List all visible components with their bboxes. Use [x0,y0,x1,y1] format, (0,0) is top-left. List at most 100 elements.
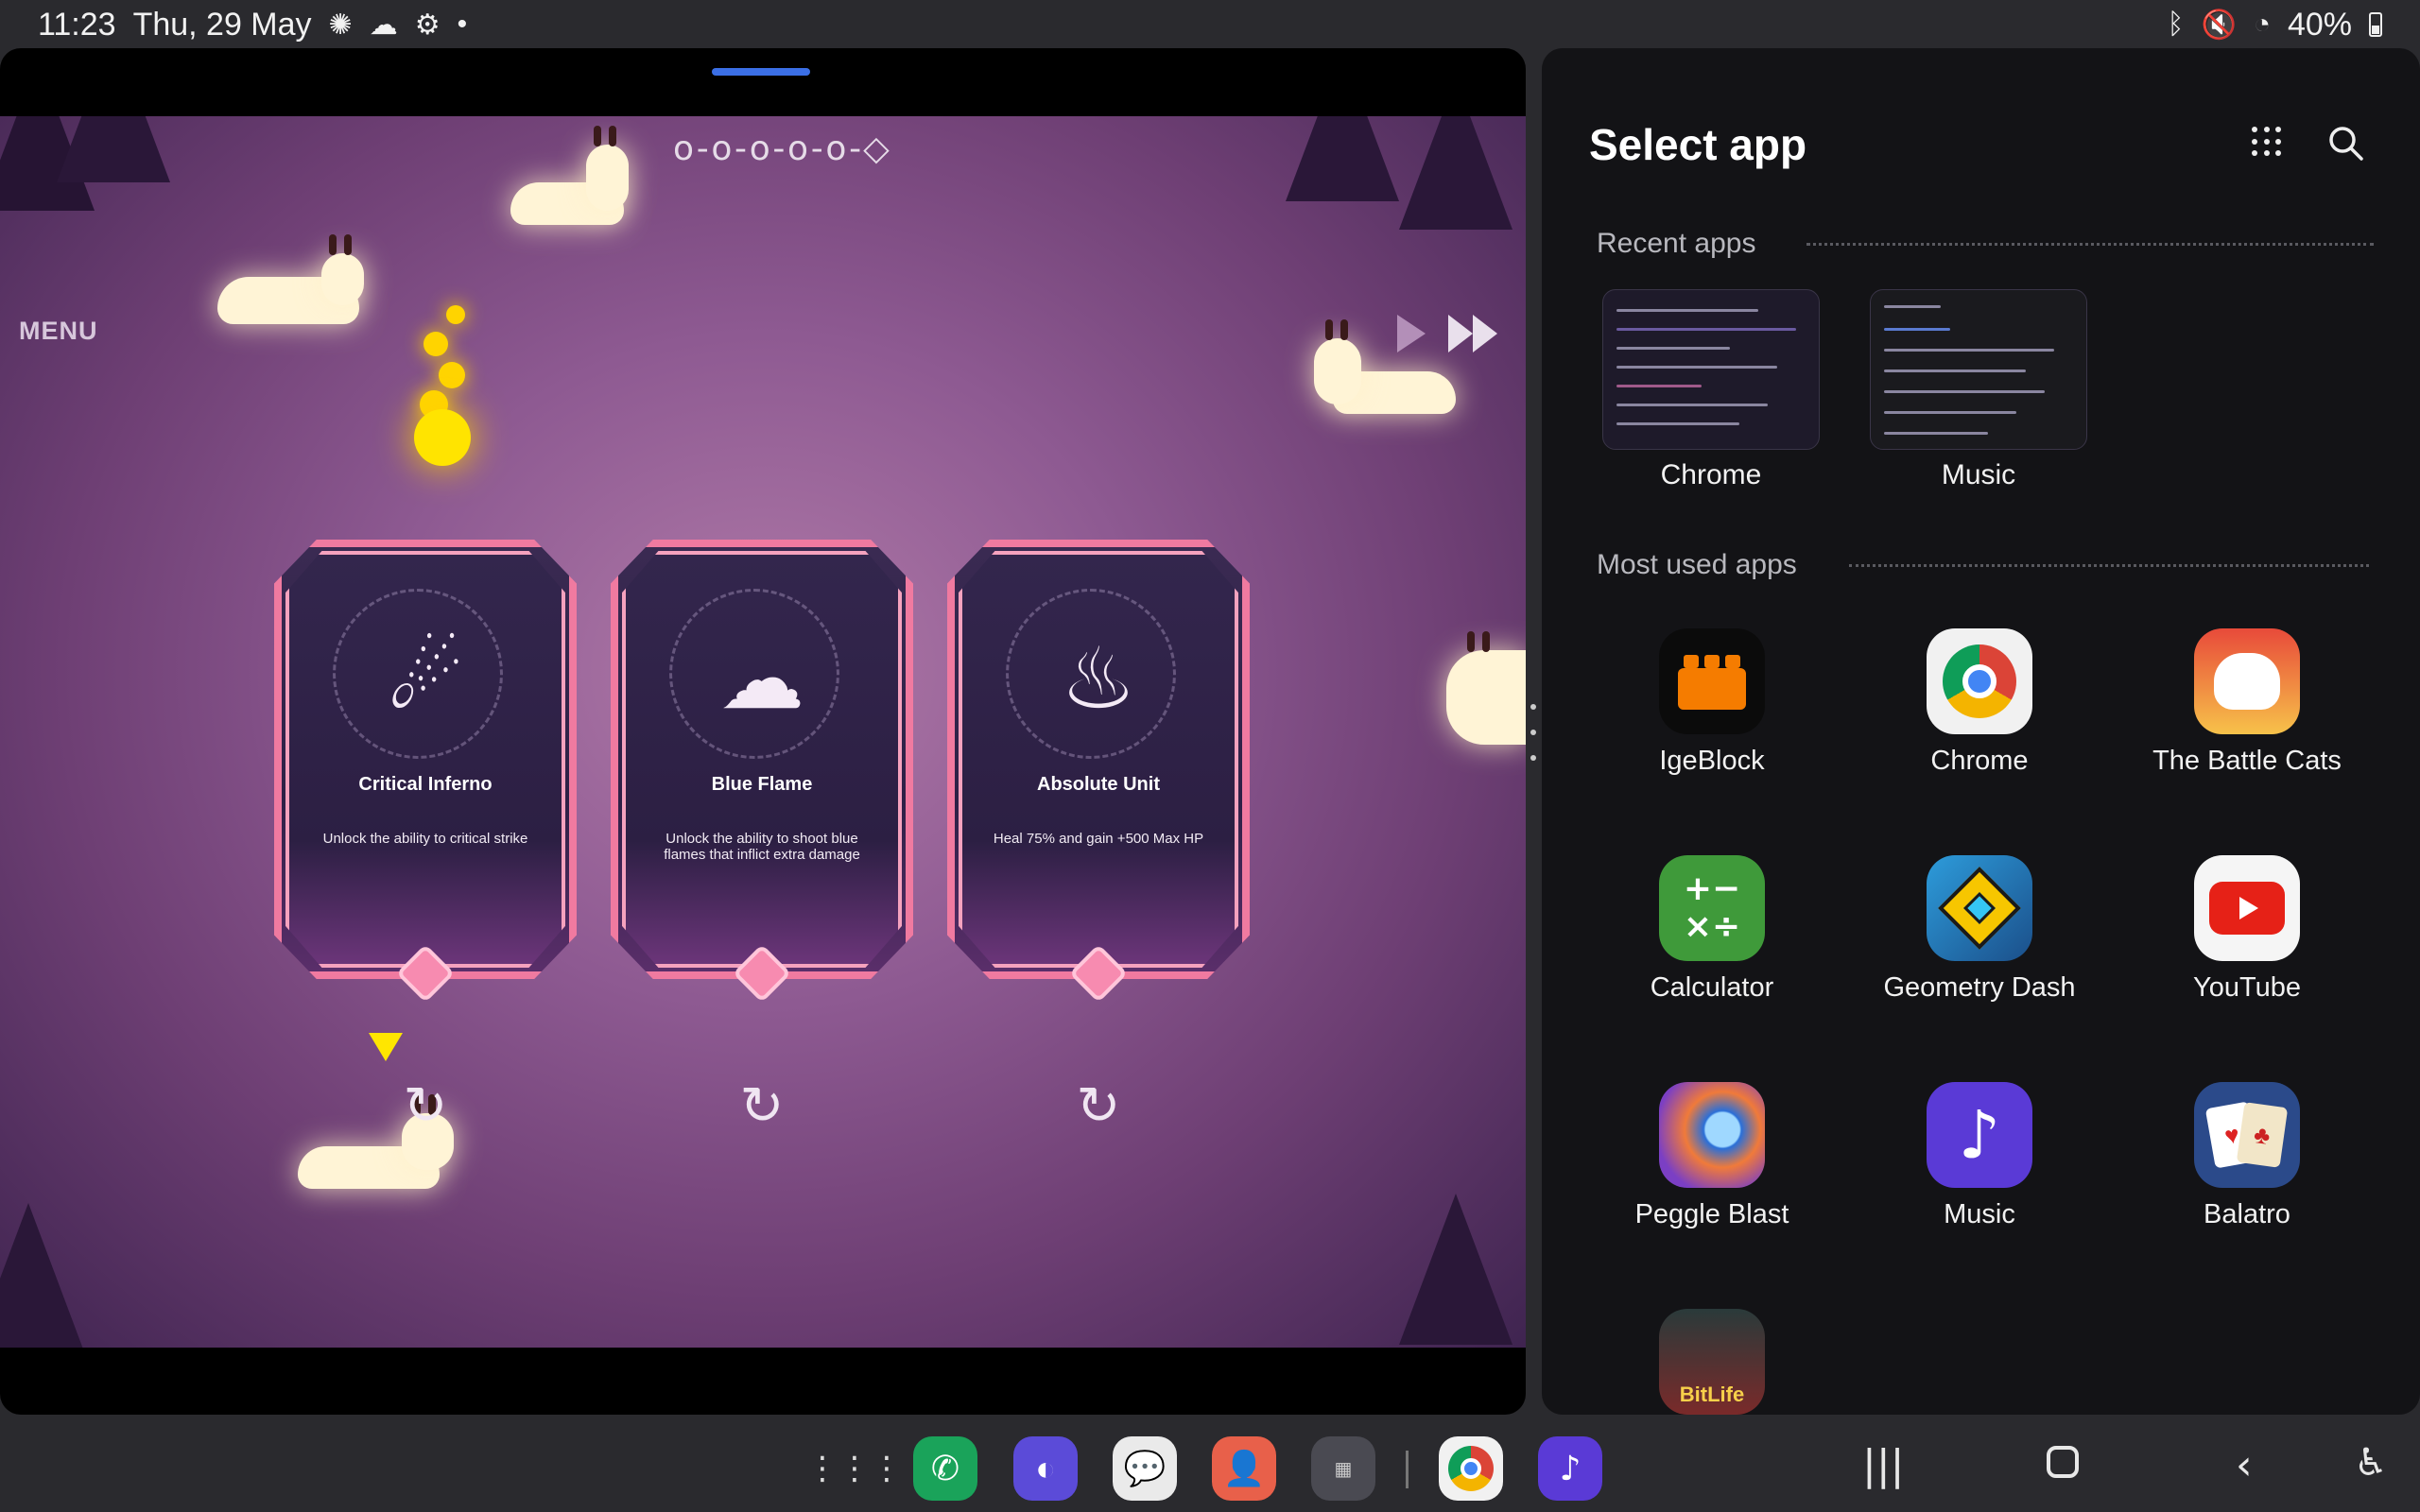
battle-cats-icon [2194,628,2300,734]
fast-forward-icon[interactable] [1448,315,1497,352]
card-description: Unlock the ability to critical strike [322,831,528,847]
recent-app-label: Music [1941,459,2016,490]
geometry-dash-icon [1927,855,2032,961]
wave-progress-track: o-o-o-o-o-◇ [673,129,891,168]
app-label: Geometry Dash [1883,972,2076,1003]
clock: 11:23 [38,6,116,43]
app-music[interactable]: ♪ Music [1847,1082,2112,1230]
search-icon[interactable] [2326,124,2364,162]
recent-app-thumbnail [1870,289,2087,450]
upgrade-card[interactable]: ♨ Absolute Unit Heal 75% and gain +500 M… [947,540,1250,1004]
tree-silhouette [0,1203,85,1348]
app-bitlife[interactable]: BitLife [1580,1309,1844,1415]
youtube-icon [2194,855,2300,961]
recent-app-chrome[interactable]: Chrome [1602,289,1820,491]
home-nav-button[interactable] [2047,1446,2079,1478]
cloud-icon: ☁ [369,9,398,41]
window-drag-handle[interactable] [712,68,810,76]
menu-button[interactable]: MENU [19,317,98,346]
app-igeblock[interactable]: IgeBlock [1580,628,1844,777]
app-grid-icon[interactable] [2252,127,2282,157]
recent-app-music[interactable]: Music [1870,289,2087,491]
bitlife-icon: BitLife [1659,1309,1765,1415]
app-label: Peggle Blast [1634,1199,1789,1229]
app-label: YouTube [2193,972,2301,1003]
card-title: Absolute Unit [1037,774,1160,795]
card-title: Critical Inferno [358,774,493,795]
reroll-icon[interactable]: ↻ [397,1078,454,1135]
recent-apps-heading: Recent apps [1597,228,1756,259]
tree-silhouette [57,116,170,182]
app-label: The Battle Cats [2152,746,2342,776]
recent-app-thumbnail [1602,289,1820,450]
section-divider [1806,243,2374,246]
comet-icon: ☄ [387,632,464,727]
app-peggle-blast[interactable]: Peggle Blast [1580,1082,1844,1230]
battery-percent: 40% [2287,6,2352,43]
recents-nav-button[interactable]: ||| [1862,1441,1904,1489]
back-nav-button[interactable]: ‹ [2236,1441,2253,1489]
chrome-dock-icon[interactable] [1439,1436,1503,1501]
card-description: Heal 75% and gain +500 Max HP [993,831,1204,847]
app-label: Balatro [2204,1199,2290,1229]
dock-separator [1406,1451,1409,1488]
app-label: Chrome [1930,746,2029,776]
app-drawer-icon[interactable]: ⋮⋮⋮ [806,1436,903,1501]
app-calculator[interactable]: +− ×÷ Calculator [1580,855,1844,1004]
app-label: IgeBlock [1659,746,1765,776]
balatro-icon: ♥ ♣ [2194,1082,2300,1188]
more-notifications-icon: • [457,9,468,40]
accessibility-icon[interactable]: ♿ [2354,1441,2388,1485]
app-youtube[interactable]: YouTube [2115,855,2379,1004]
play-icon[interactable] [1397,315,1426,352]
player-flame [414,305,471,466]
recent-app-label: Chrome [1660,459,1762,490]
fireball-icon: ☁ [719,632,804,727]
split-divider-handle[interactable] [1530,704,1537,761]
status-right: ᛒ 🔇 ◔ 40% [2167,7,2382,43]
bitlife-icon-text: BitLife [1679,1383,1745,1406]
speed-controls [1397,315,1497,352]
music-icon: ♪ [1927,1082,2032,1188]
app-the-battle-cats[interactable]: The Battle Cats [2115,628,2379,777]
app-folder-icon[interactable]: ▦ [1311,1436,1375,1501]
tree-silhouette [1286,116,1399,201]
wifi-icon: ◔ [2253,9,2271,40]
chrome-icon [1927,628,2032,734]
reroll-icon[interactable]: ↻ [734,1078,790,1135]
upgrade-card[interactable]: ☄ Critical Inferno Unlock the ability to… [274,540,577,1004]
taskbar: ⋮⋮⋮ ✆ ◐ 💬 👤 ▦ ♪ ||| ‹ ♿ [0,1422,2420,1512]
status-left: 11:23 Thu, 29 May ✺ ☁ ⚙ • [38,7,467,43]
app-chrome[interactable]: Chrome [1847,628,2112,777]
flame-sparkle-icon: ♨ [1060,632,1137,727]
internet-app-icon[interactable]: ◐ [1013,1436,1078,1501]
igeblock-icon [1659,628,1765,734]
peggle-blast-icon [1659,1082,1765,1188]
battery-icon [2369,12,2382,37]
upgrade-card-row: ☄ Critical Inferno Unlock the ability to… [274,540,1250,1135]
game-window[interactable]: MENU o-o-o-o-o-◇ ☄ Critical Inferno Unlo… [0,48,1526,1415]
aperture-icon: ✺ [328,9,353,41]
tree-silhouette [1399,116,1512,230]
mute-icon: 🔇 [2201,9,2237,41]
section-divider [1849,564,2369,567]
app-label: Music [1944,1199,2015,1229]
phone-app-icon[interactable]: ✆ [913,1436,977,1501]
game-viewport[interactable]: MENU o-o-o-o-o-◇ ☄ Critical Inferno Unlo… [0,116,1526,1348]
app-label: Calculator [1650,972,1774,1003]
selection-pointer-icon [369,1033,403,1061]
card-title: Blue Flame [711,774,813,795]
upgrade-card[interactable]: ☁ Blue Flame Unlock the ability to shoot… [611,540,913,1004]
calculator-icon: +− ×÷ [1659,855,1765,961]
panel-title: Select app [1589,120,1807,169]
date: Thu, 29 May [132,6,312,43]
music-dock-icon[interactable]: ♪ [1538,1436,1602,1501]
tree-silhouette [1399,1194,1512,1345]
messages-app-icon[interactable]: 💬 [1113,1436,1177,1501]
app-balatro[interactable]: ♥ ♣ Balatro [2115,1082,2379,1230]
contacts-app-icon[interactable]: 👤 [1212,1436,1276,1501]
reroll-icon[interactable]: ↻ [1070,1078,1127,1135]
bluetooth-icon: ᛒ [2167,9,2185,40]
select-app-panel: Select app Recent apps Chrome Music Most… [1542,48,2420,1415]
app-geometry-dash[interactable]: Geometry Dash [1847,855,2112,1004]
